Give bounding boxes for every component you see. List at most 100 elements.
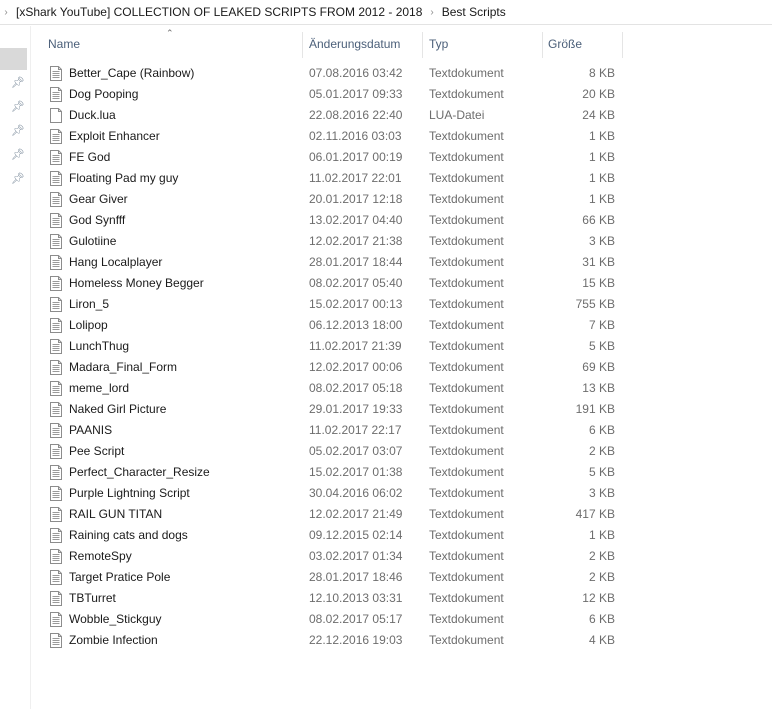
file-row[interactable]: Better_Cape (Rainbow) 07.08.2016 03:42 T… bbox=[30, 63, 630, 84]
text-document-icon bbox=[49, 465, 63, 480]
file-row[interactable]: Pee Script 05.02.2017 03:07 Textdokument… bbox=[30, 441, 630, 462]
file-row[interactable]: Madara_Final_Form 12.02.2017 00:06 Textd… bbox=[30, 357, 630, 378]
file-size: 5 KB bbox=[588, 465, 615, 479]
pin-icon[interactable]: 📌︎ bbox=[11, 125, 25, 137]
text-document-icon bbox=[49, 129, 63, 144]
file-row[interactable]: Floating Pad my guy 11.02.2017 22:01 Tex… bbox=[30, 168, 630, 189]
file-row[interactable]: FE God 06.01.2017 00:19 Textdokument 1 K… bbox=[30, 147, 630, 168]
file-name: Wobble_Stickguy bbox=[69, 612, 162, 626]
chevron-right-icon[interactable]: › bbox=[430, 7, 433, 18]
file-size: 4 KB bbox=[588, 633, 615, 647]
file-date: 28.01.2017 18:46 bbox=[309, 570, 403, 584]
file-size: 3 KB bbox=[588, 486, 615, 500]
file-row[interactable]: Dog Pooping 05.01.2017 09:33 Textdokumen… bbox=[30, 84, 630, 105]
file-row[interactable]: Perfect_Character_Resize 15.02.2017 01:3… bbox=[30, 462, 630, 483]
text-document-icon bbox=[49, 444, 63, 459]
file-date: 09.12.2015 02:14 bbox=[309, 528, 403, 542]
column-header-size-label: Größe bbox=[548, 37, 583, 51]
file-date: 08.02.2017 05:40 bbox=[309, 276, 403, 290]
file-size: 24 KB bbox=[582, 108, 615, 122]
file-date: 22.12.2016 19:03 bbox=[309, 633, 403, 647]
breadcrumb-item-best-scripts[interactable]: Best Scripts bbox=[442, 5, 506, 19]
text-document-icon bbox=[49, 234, 63, 249]
file-name: Lolipop bbox=[69, 318, 108, 332]
file-row[interactable]: Liron_5 15.02.2017 00:13 Textdokument 75… bbox=[30, 294, 630, 315]
text-document-icon bbox=[49, 612, 63, 627]
file-row[interactable]: Target Pratice Pole 28.01.2017 18:46 Tex… bbox=[30, 567, 630, 588]
file-row[interactable]: Lolipop 06.12.2013 18:00 Textdokument 7 … bbox=[30, 315, 630, 336]
file-type: Textdokument bbox=[429, 318, 504, 332]
file-row[interactable]: RAIL GUN TITAN 12.02.2017 21:49 Textdoku… bbox=[30, 504, 630, 525]
file-size: 2 KB bbox=[588, 549, 615, 563]
file-type: Textdokument bbox=[429, 486, 504, 500]
file-name: God Synfff bbox=[69, 213, 126, 227]
file-list: Better_Cape (Rainbow) 07.08.2016 03:42 T… bbox=[30, 63, 630, 651]
file-name: Gulotiine bbox=[69, 234, 117, 248]
file-type: Textdokument bbox=[429, 360, 504, 374]
file-size: 191 KB bbox=[575, 402, 615, 416]
text-document-icon bbox=[49, 402, 63, 417]
file-type: Textdokument bbox=[429, 150, 504, 164]
file-type: Textdokument bbox=[429, 339, 504, 353]
file-date: 05.01.2017 09:33 bbox=[309, 87, 403, 101]
column-header-type[interactable]: Typ bbox=[429, 26, 542, 62]
file-size: 15 KB bbox=[582, 276, 615, 290]
text-document-icon bbox=[49, 171, 63, 186]
column-header-name[interactable]: Name bbox=[48, 26, 300, 62]
file-row[interactable]: PAANIS 11.02.2017 22:17 Textdokument 6 K… bbox=[30, 420, 630, 441]
file-row[interactable]: Zombie Infection 22.12.2016 19:03 Textdo… bbox=[30, 630, 630, 651]
file-name: Duck.lua bbox=[69, 108, 116, 122]
file-row[interactable]: RemoteSpy 03.02.2017 01:34 Textdokument … bbox=[30, 546, 630, 567]
breadcrumb-item-collection[interactable]: [xShark YouTube] COLLECTION OF LEAKED SC… bbox=[16, 5, 422, 19]
file-row[interactable]: Homeless Money Begger 08.02.2017 05:40 T… bbox=[30, 273, 630, 294]
file-row[interactable]: Naked Girl Picture 29.01.2017 19:33 Text… bbox=[30, 399, 630, 420]
column-divider[interactable] bbox=[542, 32, 543, 58]
generic-file-icon bbox=[49, 108, 63, 123]
file-row[interactable]: God Synfff 13.02.2017 04:40 Textdokument… bbox=[30, 210, 630, 231]
file-row[interactable]: Gear Giver 20.01.2017 12:18 Textdokument… bbox=[30, 189, 630, 210]
file-type: Textdokument bbox=[429, 444, 504, 458]
text-document-icon bbox=[49, 318, 63, 333]
file-row[interactable]: LunchThug 11.02.2017 21:39 Textdokument … bbox=[30, 336, 630, 357]
column-divider[interactable] bbox=[622, 32, 623, 58]
pin-icon[interactable]: 📌︎ bbox=[11, 77, 25, 89]
file-type: Textdokument bbox=[429, 276, 504, 290]
file-name: Exploit Enhancer bbox=[69, 129, 160, 143]
file-row[interactable]: Exploit Enhancer 02.11.2016 03:03 Textdo… bbox=[30, 126, 630, 147]
file-date: 12.10.2013 03:31 bbox=[309, 591, 403, 605]
file-size: 6 KB bbox=[588, 612, 615, 626]
file-date: 07.08.2016 03:42 bbox=[309, 66, 403, 80]
file-size: 1 KB bbox=[588, 129, 615, 143]
text-document-icon bbox=[49, 213, 63, 228]
file-name: TBTurret bbox=[69, 591, 116, 605]
file-type: Textdokument bbox=[429, 549, 504, 563]
text-document-icon bbox=[49, 297, 63, 312]
file-row[interactable]: Duck.lua 22.08.2016 22:40 LUA-Datei 24 K… bbox=[30, 105, 630, 126]
column-header-name-label: Name bbox=[48, 37, 81, 51]
file-row[interactable]: Wobble_Stickguy 08.02.2017 05:17 Textdok… bbox=[30, 609, 630, 630]
file-type: Textdokument bbox=[429, 192, 504, 206]
file-row[interactable]: meme_lord 08.02.2017 05:18 Textdokument … bbox=[30, 378, 630, 399]
file-row[interactable]: Gulotiine 12.02.2017 21:38 Textdokument … bbox=[30, 231, 630, 252]
pin-icon[interactable]: 📌︎ bbox=[11, 101, 25, 113]
nav-item-quick-access[interactable] bbox=[0, 48, 27, 70]
file-row[interactable]: Hang Localplayer 28.01.2017 18:44 Textdo… bbox=[30, 252, 630, 273]
file-date: 11.02.2017 22:01 bbox=[309, 171, 402, 185]
pin-icon[interactable]: 📌︎ bbox=[11, 173, 25, 185]
column-header-date[interactable]: Änderungsdatum bbox=[309, 26, 422, 62]
file-row[interactable]: Raining cats and dogs 09.12.2015 02:14 T… bbox=[30, 525, 630, 546]
column-divider[interactable] bbox=[302, 32, 303, 58]
file-row[interactable]: Purple Lightning Script 30.04.2016 06:02… bbox=[30, 483, 630, 504]
file-row[interactable]: TBTurret 12.10.2013 03:31 Textdokument 1… bbox=[30, 588, 630, 609]
chevron-right-icon[interactable]: › bbox=[2, 7, 10, 18]
text-document-icon bbox=[49, 591, 63, 606]
file-type: Textdokument bbox=[429, 171, 504, 185]
file-name: Target Pratice Pole bbox=[69, 570, 171, 584]
pin-icon[interactable]: 📌︎ bbox=[11, 149, 25, 161]
column-header-size[interactable]: Größe bbox=[548, 26, 622, 62]
file-name: Homeless Money Begger bbox=[69, 276, 204, 290]
file-size: 1 KB bbox=[588, 528, 615, 542]
file-name: FE God bbox=[69, 150, 111, 164]
file-type: Textdokument bbox=[429, 612, 504, 626]
column-divider[interactable] bbox=[422, 32, 423, 58]
